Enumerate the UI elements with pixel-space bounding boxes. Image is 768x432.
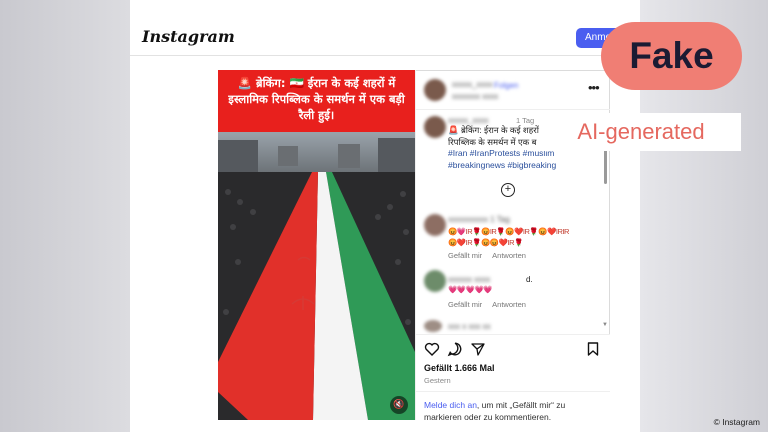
more-options-icon[interactable]: ••• xyxy=(588,80,600,95)
scroll-down-arrow[interactable]: ▼ xyxy=(602,322,608,328)
post-date: Gestern xyxy=(424,376,451,385)
comment2-avatar[interactable] xyxy=(424,270,446,292)
comment1-author-blurred: xxxxxxxxxx 1 Tag xyxy=(448,215,510,224)
fake-label: Fake xyxy=(601,22,742,90)
background-left xyxy=(0,0,130,432)
ai-generated-label: AI-generated xyxy=(541,113,741,151)
share-icon[interactable] xyxy=(470,341,486,357)
post-video[interactable]: 🚨 ब्रेकिंग: 🇮🇷 ईरान के कई शहरों में इस्ल… xyxy=(218,70,415,420)
comment2-suffix: d. xyxy=(526,275,533,284)
comment3-avatar[interactable] xyxy=(424,320,442,332)
caption-hashtags-2[interactable]: #breakingnews #bigbreaking xyxy=(448,160,606,172)
mute-icon[interactable]: 🔇 xyxy=(390,396,408,414)
image-credit: © Instagram xyxy=(713,417,760,427)
scrollbar-thumb[interactable] xyxy=(604,148,607,184)
comment1-actions: Gefällt mir Antworten xyxy=(448,251,536,260)
bookmark-icon[interactable] xyxy=(585,341,601,357)
comment2-actions: Gefällt mir Antworten xyxy=(448,300,536,309)
post-actions: Gefällt 1.666 Mal Gestern Melde dich an,… xyxy=(416,334,610,420)
instagram-logo[interactable]: Instagram xyxy=(142,27,235,46)
login-link[interactable]: Melde dich an xyxy=(424,400,477,410)
breaking-banner: 🚨 ब्रेकिंग: 🇮🇷 ईरान के कई शहरों में इस्ल… xyxy=(218,70,415,132)
top-bar: Instagram Anmel xyxy=(130,18,646,56)
author-avatar[interactable] xyxy=(424,79,446,101)
comment1-text-line-2: 😡❤️IR🌹😡😡❤️IR🌹 xyxy=(448,238,523,247)
comment2-like[interactable]: Gefällt mir xyxy=(448,300,482,309)
author-name-blurred[interactable]: xxxxx_xxxx xyxy=(452,80,492,89)
comment2-author-blurred: xxxxxx xxxx xyxy=(448,275,491,284)
heart-icon[interactable] xyxy=(424,341,440,357)
follow-button[interactable]: Folgen xyxy=(494,81,518,90)
comment1-text-line-1: 😡💗IR🌹😡IR🌹😡❤️IR🌹😡❤️IRIR xyxy=(448,227,569,236)
comment1-avatar[interactable] xyxy=(424,214,446,236)
caption-time: 1 Tag xyxy=(516,116,535,125)
comment2-text: 💗💗💗💗💗 xyxy=(448,285,493,294)
caption-author-blurred: xxxxx_xxxx xyxy=(448,116,489,125)
flag-rally-image xyxy=(218,132,415,420)
comment-icon[interactable] xyxy=(447,341,463,357)
caption-avatar[interactable] xyxy=(424,116,446,138)
add-comment-icon[interactable]: + xyxy=(501,183,515,197)
comment2-reply[interactable]: Antworten xyxy=(492,300,526,309)
author-subtitle-blurred: xxxxxxx xxxx xyxy=(452,92,499,101)
post-header: xxxxx_xxxx xxxxxxx xxxx Folgen ••• xyxy=(416,70,610,110)
comment1-reply[interactable]: Antworten xyxy=(492,251,526,260)
login-hint: Melde dich an, um mit „Gefällt mir“ zu m… xyxy=(416,391,610,420)
comment3-author-blurred: xxx x xxx xx xyxy=(448,322,491,331)
comment1-like[interactable]: Gefällt mir xyxy=(448,251,482,260)
like-count[interactable]: Gefällt 1.666 Mal xyxy=(424,363,495,373)
